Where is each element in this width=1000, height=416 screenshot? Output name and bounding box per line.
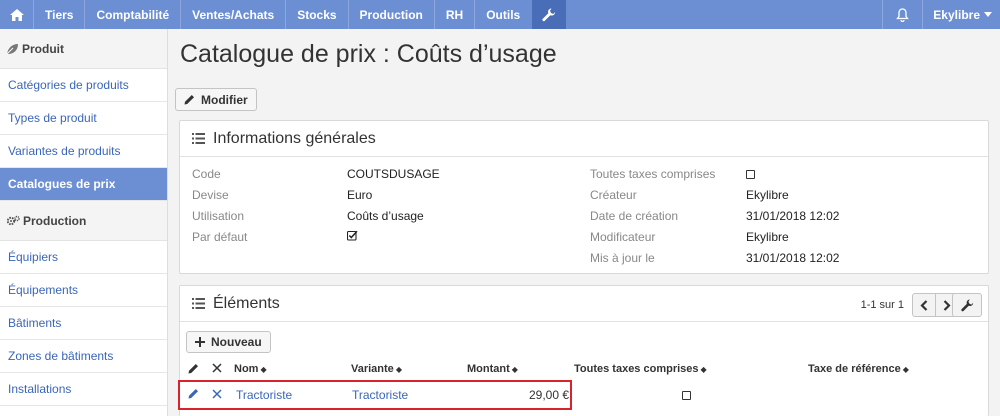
- label-mis-a-jour: Mis à jour le: [590, 251, 655, 265]
- nav-stocks[interactable]: Stocks: [285, 0, 347, 29]
- value-mis-a-jour: 31/01/2018 12:02: [746, 251, 840, 265]
- sidebar-item-equipiers[interactable]: Équipiers: [0, 241, 167, 274]
- top-navbar: Tiers Comptabilité Ventes/Achats Stocks …: [0, 0, 1000, 29]
- sidebar-item-variantes-produits[interactable]: Variantes de produits: [0, 135, 167, 168]
- gears-icon: [6, 215, 20, 225]
- sidebar-section-produit: Produit: [0, 29, 167, 69]
- sidebar-section-production: Production: [0, 201, 167, 241]
- value-date-creation: 31/01/2018 12:02: [746, 209, 840, 223]
- row-ttc-unchecked-icon: [682, 388, 691, 402]
- sidebar-item-types-produit[interactable]: Types de produit: [0, 102, 167, 135]
- label-createur: Créateur: [590, 188, 637, 202]
- info-panel-header: Informations générales: [180, 121, 988, 157]
- plus-icon: [195, 337, 205, 347]
- elements-panel-title: Éléments: [213, 294, 280, 312]
- value-createur: Ekylibre: [746, 188, 789, 202]
- sidebar-item-categories-produits[interactable]: Catégories de produits: [0, 69, 167, 102]
- user-name: Ekylibre: [933, 7, 980, 22]
- nav-rh[interactable]: RH: [433, 0, 474, 29]
- pagination-text: 1-1 sur 1: [860, 299, 904, 311]
- par-defaut-checked-icon: [346, 230, 358, 244]
- caret-down-icon: [984, 11, 992, 17]
- column-header-variante[interactable]: Variante ◆: [351, 363, 402, 375]
- nav-tiers[interactable]: Tiers: [33, 0, 84, 29]
- column-label: Variante: [351, 363, 394, 375]
- sidebar-item-equipements[interactable]: Équipements: [0, 274, 167, 307]
- sidebar: Produit Catégories de produits Types de …: [0, 29, 168, 416]
- delete-column-x-icon: [212, 363, 222, 376]
- sidebar-item-installations[interactable]: Installations: [0, 373, 167, 406]
- value-modificateur: Ekylibre: [746, 230, 789, 244]
- column-label: Montant: [467, 363, 510, 375]
- nav-production[interactable]: Production: [347, 0, 434, 29]
- column-header-ttc[interactable]: Toutes taxes comprises ◆: [574, 363, 707, 375]
- notifications-bell-icon[interactable]: [882, 0, 922, 29]
- table-settings-wrench-icon[interactable]: [952, 293, 982, 317]
- ttc-unchecked-icon: [746, 167, 755, 181]
- list-icon: [192, 298, 205, 309]
- label-ttc: Toutes taxes comprises: [590, 167, 716, 181]
- nav-ventes-achats[interactable]: Ventes/Achats: [180, 0, 285, 29]
- highlight-box: [178, 380, 572, 410]
- page-title: Catalogue de prix : Coûts d’usage: [180, 40, 557, 68]
- info-panel: Informations générales Code COUTSDUSAGE …: [179, 120, 989, 274]
- sort-icon: ◆: [395, 365, 402, 374]
- value-code: COUTSDUSAGE: [347, 167, 440, 181]
- column-header-taxe-reference[interactable]: Taxe de référence ◆: [808, 363, 909, 375]
- label-modificateur: Modificateur: [590, 230, 656, 244]
- column-header-nom[interactable]: Nom ◆: [234, 363, 267, 375]
- modify-button-label: Modifier: [201, 92, 248, 107]
- leaf-icon: [6, 43, 18, 54]
- chevron-left-icon[interactable]: [913, 294, 935, 316]
- user-menu[interactable]: Ekylibre: [922, 0, 1000, 29]
- sort-icon: ◆: [511, 365, 518, 374]
- elements-panel-header: Éléments 1-1 sur 1: [180, 286, 988, 322]
- sidebar-item-batiments[interactable]: Bâtiments: [0, 307, 167, 340]
- nav-outils[interactable]: Outils: [474, 0, 531, 29]
- info-panel-title: Informations générales: [213, 129, 376, 147]
- list-icon: [192, 133, 205, 144]
- sidebar-section-title: Produit: [22, 41, 64, 56]
- new-element-button[interactable]: Nouveau: [186, 331, 271, 353]
- sidebar-section-title: Production: [23, 213, 87, 228]
- sidebar-item-zones-batiments[interactable]: Zones de bâtiments: [0, 340, 167, 373]
- label-devise: Devise: [192, 188, 229, 202]
- pagination: 1-1 sur 1: [861, 293, 958, 317]
- value-utilisation: Coûts d’usage: [347, 209, 424, 223]
- sort-icon: ◆: [260, 365, 267, 374]
- sort-icon: ◆: [902, 365, 909, 374]
- column-label: Toutes taxes comprises: [574, 363, 699, 375]
- new-element-label: Nouveau: [211, 335, 262, 349]
- value-devise: Euro: [347, 188, 373, 202]
- sort-icon: ◆: [700, 365, 707, 374]
- modify-button[interactable]: Modifier: [175, 88, 257, 111]
- home-icon[interactable]: [0, 0, 33, 29]
- main-content: Catalogue de prix : Coûts d’usage Modifi…: [168, 29, 1000, 416]
- pencil-icon: [184, 95, 194, 105]
- elements-panel: Éléments 1-1 sur 1 Nouveau Nom ◆ Variant…: [178, 285, 990, 416]
- column-label: Nom: [234, 363, 259, 375]
- nav-comptabilite[interactable]: Comptabilité: [84, 0, 180, 29]
- table-header: Nom ◆ Variante ◆ Montant ◆ Toutes taxes com…: [180, 357, 990, 381]
- label-par-defaut: Par défaut: [192, 230, 248, 244]
- edit-column-pencil-icon: [188, 363, 199, 377]
- column-label: Taxe de référence: [808, 363, 901, 375]
- column-header-montant[interactable]: Montant ◆: [467, 363, 518, 375]
- label-code: Code: [192, 167, 221, 181]
- label-utilisation: Utilisation: [192, 209, 245, 223]
- sidebar-item-catalogues-prix[interactable]: Catalogues de prix: [0, 168, 167, 201]
- label-date-creation: Date de création: [590, 209, 679, 223]
- nav-settings-wrench-icon[interactable]: [531, 0, 567, 29]
